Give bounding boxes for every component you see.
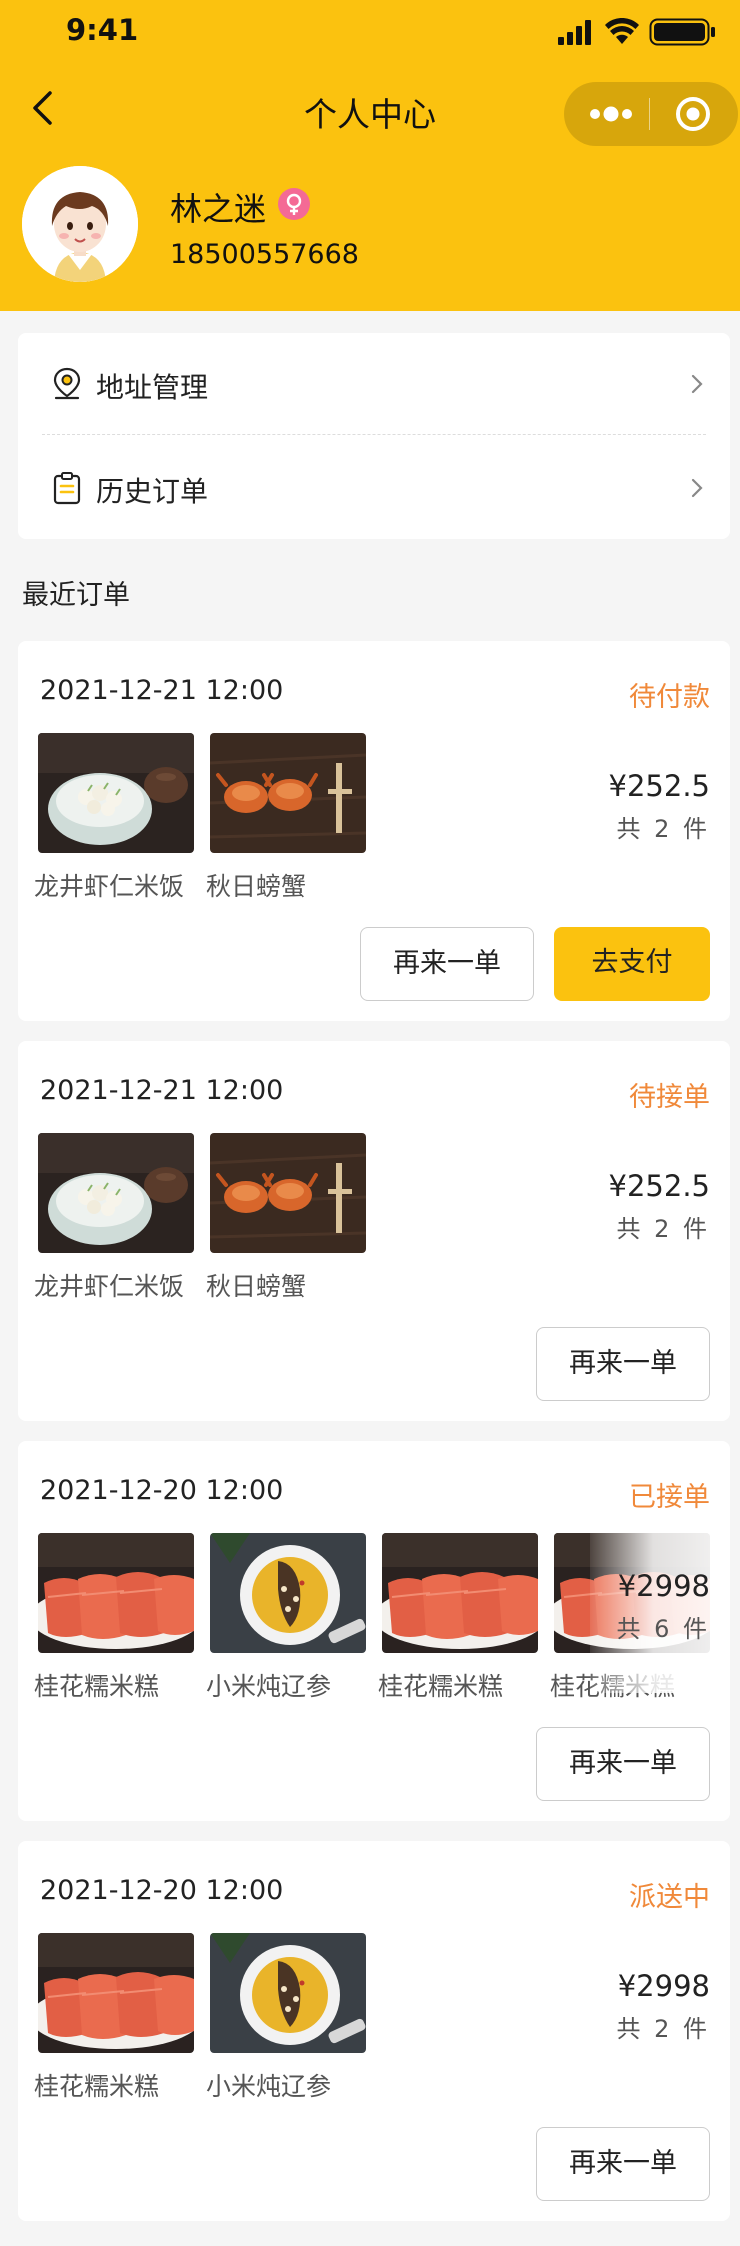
profile-header: 9:41 个人中心 林之迷 18500557668	[0, 0, 740, 311]
clipboard-icon	[52, 471, 82, 505]
order-total-price: ¥252.5	[608, 769, 710, 803]
order-item-name: 小米炖辽参	[206, 1672, 332, 1701]
order-item-name: 桂花糯米糕	[34, 1672, 160, 1701]
order-status: 派送中	[629, 1882, 710, 1913]
order-item-name: 龙井虾仁米饭	[34, 872, 185, 901]
chevron-right-icon	[690, 373, 704, 395]
order-item[interactable]: 桂花糯米糕	[378, 1533, 538, 1701]
rice-cake-dish-image	[38, 1533, 194, 1653]
avatar[interactable]	[22, 166, 138, 282]
order-item-name: 小米炖辽参	[206, 2072, 332, 2101]
order-item-name: 龙井虾仁米饭	[34, 1272, 185, 1301]
crab-dish-image	[210, 1133, 366, 1253]
battery-icon	[649, 18, 715, 46]
rice-cake-dish-image	[382, 1533, 538, 1653]
wifi-icon	[605, 18, 639, 44]
sea-cucumber-dish-image	[210, 1933, 366, 2053]
reorder-button[interactable]: 再来一单	[536, 1727, 710, 1801]
order-card[interactable]: 2021-12-21 12:00 待付款 龙井虾仁米饭 秋日螃蟹 ¥252.5 共 2 件…	[18, 641, 730, 1021]
location-pin-icon	[52, 367, 82, 401]
menu-divider	[42, 434, 706, 435]
order-item-count: 共 2 件	[616, 1215, 710, 1243]
menu-item-label: 地址管理	[96, 371, 209, 404]
order-date: 2021-12-21 12:00	[40, 675, 284, 706]
order-item-count: 共 6 件	[616, 1615, 710, 1643]
status-bar: 9:41	[0, 0, 740, 64]
section-title-recent-orders: 最近订单	[22, 580, 130, 611]
order-items: 龙井虾仁米饭 秋日螃蟹	[34, 733, 710, 901]
reorder-button[interactable]: 再来一单	[536, 2127, 710, 2201]
order-status: 已接单	[629, 1482, 710, 1513]
rice-cake-dish-image	[38, 1933, 194, 2053]
menu-item-label: 历史订单	[96, 475, 209, 508]
order-card[interactable]: 2021-12-20 12:00 派送中桂花糯米糕 小米炖辽参 ¥2998 共 2 件再…	[18, 1841, 730, 2221]
order-item[interactable]: 小米炖辽参	[206, 1933, 366, 2101]
order-item-count: 共 2 件	[616, 2015, 710, 2043]
order-item-name: 秋日螃蟹	[206, 1272, 307, 1301]
order-date: 2021-12-21 12:00	[40, 1075, 284, 1106]
order-item-count: 共 2 件	[616, 815, 710, 843]
sea-cucumber-dish-image	[210, 1533, 366, 1653]
order-item-name: 桂花糯米糕	[378, 1672, 504, 1701]
order-item-name: 秋日螃蟹	[206, 872, 307, 901]
user-name: 林之迷	[170, 190, 267, 228]
order-status: 待付款	[629, 682, 710, 713]
mini-program-capsule	[564, 82, 738, 146]
order-items: 龙井虾仁米饭 秋日螃蟹	[34, 1133, 710, 1301]
order-total-price: ¥2998	[617, 1569, 710, 1603]
order-item[interactable]: 龙井虾仁米饭	[34, 733, 194, 901]
order-total-price: ¥2998	[617, 1969, 710, 2003]
order-items: 桂花糯米糕 小米炖辽参	[34, 1933, 710, 2101]
menu-item-address[interactable]: 地址管理	[18, 333, 730, 433]
pay-button[interactable]: 去支付	[554, 927, 710, 1001]
shrimp-dish-image	[38, 1133, 194, 1253]
order-item[interactable]: 秋日螃蟹	[206, 733, 366, 901]
order-item[interactable]: 秋日螃蟹	[206, 1133, 366, 1301]
shrimp-dish-image	[38, 733, 194, 853]
menu-card: 地址管理 历史订单	[18, 333, 730, 539]
signal-icon	[558, 20, 591, 45]
capsule-divider	[649, 98, 650, 130]
order-status: 待接单	[629, 1082, 710, 1113]
order-date: 2021-12-20 12:00	[40, 1875, 284, 1906]
order-card[interactable]: 2021-12-21 12:00 待接单 龙井虾仁米饭 秋日螃蟹 ¥252.5 共 2 件…	[18, 1041, 730, 1421]
female-icon	[278, 188, 310, 220]
order-item[interactable]: 小米炖辽参	[206, 1533, 366, 1701]
status-icons	[558, 18, 718, 46]
order-item[interactable]: 桂花糯米糕	[34, 1533, 194, 1701]
order-item-name: 桂花糯米糕	[34, 2072, 160, 2101]
order-date: 2021-12-20 12:00	[40, 1475, 284, 1506]
menu-item-history-orders[interactable]: 历史订单	[18, 437, 730, 537]
more-icon[interactable]	[586, 98, 636, 130]
chevron-right-icon	[690, 477, 704, 499]
reorder-button[interactable]: 再来一单	[536, 1327, 710, 1401]
order-card[interactable]: 2021-12-20 12:00已接单桂花糯米糕小米炖辽参桂花糯米糕桂花糯米糕¥…	[18, 1441, 730, 1821]
reorder-button[interactable]: 再来一单	[360, 927, 534, 1001]
order-item[interactable]: 龙井虾仁米饭	[34, 1133, 194, 1301]
close-target-icon[interactable]	[673, 94, 713, 134]
status-time: 9:41	[66, 13, 139, 47]
crab-dish-image	[210, 733, 366, 853]
order-item[interactable]: 桂花糯米糕	[34, 1933, 194, 2101]
user-phone: 18500557668	[170, 239, 359, 270]
order-total-price: ¥252.5	[608, 1169, 710, 1203]
